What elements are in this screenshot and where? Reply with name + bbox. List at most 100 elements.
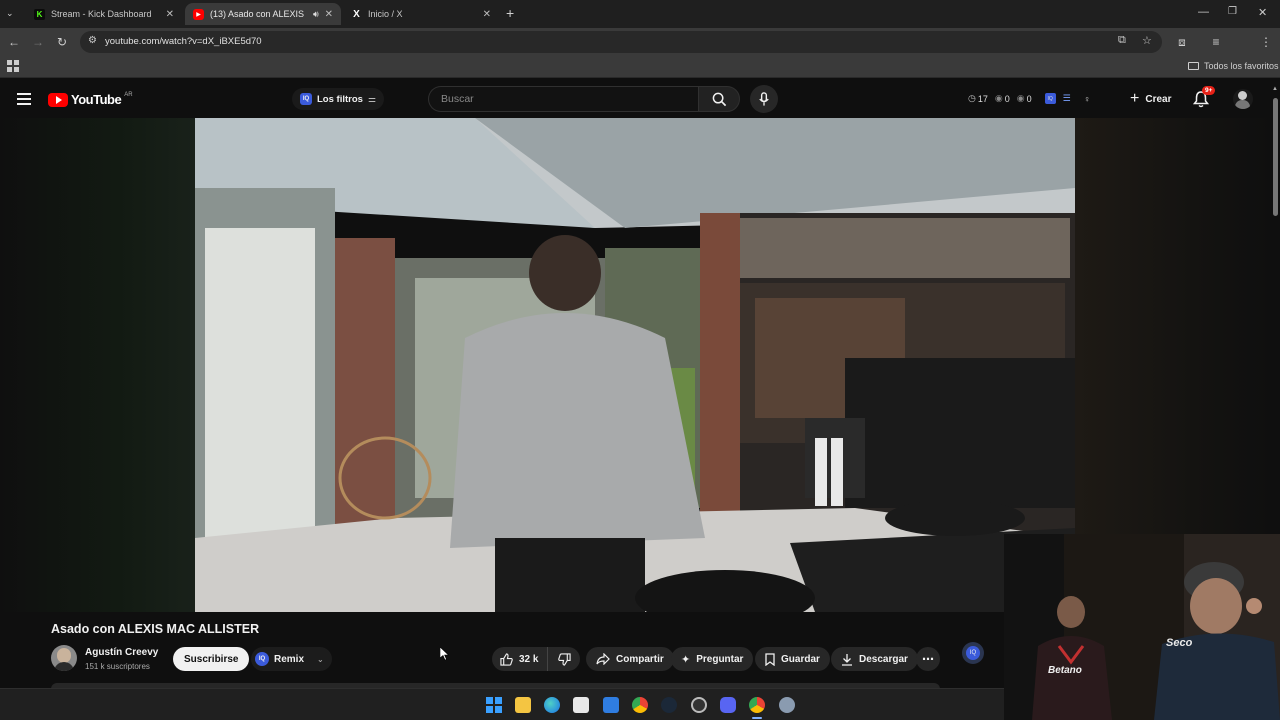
tab-x-home[interactable]: X Inicio / X ✕ — [343, 3, 499, 25]
new-tab-icon[interactable]: + — [506, 6, 520, 20]
download-button[interactable]: Descargar — [831, 647, 918, 671]
iq-extension-icon[interactable]: IQ — [1044, 93, 1056, 104]
notifications-button[interactable]: 9+ — [1192, 86, 1216, 111]
close-icon[interactable]: ✕ — [325, 9, 333, 20]
bookmarks-bar: Todos los favoritos — [0, 56, 1280, 78]
sparkle-icon: ✦ — [681, 653, 691, 666]
download-icon — [842, 653, 852, 666]
all-bookmarks[interactable]: Todos los favoritos — [1188, 61, 1279, 71]
address-bar[interactable]: ⚙ youtube.com/watch?v=dX_iBXE5d70 ⧉ ☆ — [80, 31, 1162, 53]
subscriber-count: 151 k suscriptores — [85, 662, 150, 671]
like-dislike-group: 32 k — [492, 647, 580, 671]
account-avatar[interactable] — [1233, 89, 1253, 109]
site-info-icon[interactable]: ⚙ — [88, 35, 97, 46]
mail-icon[interactable] — [603, 697, 619, 713]
stat-a: 0 — [1004, 93, 1010, 104]
stat-views: 17 — [977, 93, 988, 104]
iq-floating-button[interactable]: IQ — [962, 642, 984, 664]
webcam-shirt-text-right: Seco — [1166, 637, 1193, 649]
eye-icon: ◉ — [994, 93, 1003, 103]
folder-icon — [1188, 62, 1199, 70]
voice-search-button[interactable] — [750, 85, 778, 113]
search-icon — [712, 92, 726, 106]
filters-extension-button[interactable]: IQ Los filtros ⚌ — [292, 88, 384, 110]
chevron-down-icon: ⌄ — [317, 654, 324, 664]
scroll-up-arrow[interactable]: ▲ — [1272, 86, 1278, 92]
tab-kick-dashboard[interactable]: K Stream - Kick Dashboard ✕ — [26, 3, 182, 25]
subscribe-label: Suscribirse — [184, 653, 239, 665]
stat-b: 0 — [1026, 93, 1032, 104]
speaker-icon[interactable]: 🔊︎ — [313, 9, 319, 20]
subscribe-button[interactable]: Suscribirse — [173, 647, 250, 671]
chrome-active-icon[interactable] — [749, 697, 765, 713]
webcam-shirt-text-left: Betano — [1048, 665, 1082, 676]
remix-label: Remix — [274, 653, 305, 665]
maximize-icon[interactable]: ❐ — [1228, 6, 1237, 17]
more-dots-icon: ⋯ — [922, 652, 934, 666]
chrome-icon[interactable] — [632, 697, 648, 713]
steam-icon[interactable] — [661, 697, 677, 713]
ask-label: Preguntar — [696, 653, 744, 665]
url-text[interactable]: youtube.com/watch?v=dX_iBXE5d70 — [105, 36, 262, 47]
share-button[interactable]: Compartir — [586, 647, 674, 671]
create-button[interactable]: + Crear — [1122, 87, 1179, 111]
mouse-cursor-icon — [440, 647, 449, 661]
menu-dots-icon[interactable]: ⋮ — [1258, 34, 1274, 50]
windows-start-icon[interactable] — [486, 697, 502, 713]
media-control-icon[interactable]: ≡ — [1208, 34, 1224, 50]
channel-avatar[interactable] — [51, 645, 77, 671]
eye-off-icon: ◉ — [1016, 93, 1025, 103]
remix-button[interactable]: IQ Remix ⌄ — [251, 647, 332, 671]
save-button[interactable]: Guardar — [755, 647, 830, 671]
webcam-frame — [1004, 534, 1280, 720]
browser-toolbar: ← → ↻ ⚙ youtube.com/watch?v=dX_iBXE5d70 … — [0, 28, 1280, 56]
install-app-icon[interactable]: ⧉ — [1118, 34, 1126, 47]
ask-button[interactable]: ✦ Preguntar — [671, 647, 754, 671]
store-icon[interactable] — [573, 697, 589, 713]
youtube-wordmark: YouTube — [71, 92, 122, 107]
list-icon[interactable]: ☰ — [1063, 93, 1071, 104]
video-player[interactable] — [195, 118, 1075, 612]
minimize-icon[interactable]: — — [1198, 6, 1209, 18]
settings-gear-icon[interactable] — [779, 697, 795, 713]
forward-icon[interactable]: → — [30, 34, 46, 50]
discord-icon[interactable] — [720, 697, 736, 713]
youtube-logo[interactable]: YouTube AR — [48, 92, 133, 107]
hamburger-menu-icon[interactable] — [17, 93, 31, 105]
sliders-icon: ⚌ — [367, 93, 376, 104]
browser-tab-strip: ⌄ K Stream - Kick Dashboard ✕ ▶ (13) Asa… — [0, 0, 1280, 28]
search-button[interactable] — [698, 86, 740, 112]
notification-badge: 9+ — [1202, 86, 1216, 95]
window-close-icon[interactable]: ✕ — [1258, 6, 1267, 19]
tab-search-icon[interactable]: ⌄ — [6, 8, 18, 20]
file-explorer-icon[interactable] — [515, 697, 531, 713]
tab-youtube-video[interactable]: ▶ (13) Asado con ALEXIS MAC 🔊︎ ✕ — [185, 3, 341, 25]
more-actions-button[interactable]: ⋯ — [916, 647, 940, 671]
channel-name[interactable]: Agustín Creevy — [85, 647, 158, 658]
like-button[interactable]: 32 k — [492, 647, 548, 671]
edge-icon[interactable] — [544, 697, 560, 713]
search-placeholder: Buscar — [441, 93, 474, 105]
x-logo-icon: X — [353, 8, 360, 20]
bookmark-star-icon[interactable]: ☆ — [1142, 34, 1152, 47]
search-input[interactable]: Buscar — [428, 86, 698, 112]
share-icon — [596, 653, 610, 665]
extensions-icon[interactable]: ⧈ — [1174, 34, 1190, 50]
apps-grid-icon[interactable] — [7, 60, 19, 72]
award-icon[interactable]: ♀ — [1084, 94, 1091, 104]
youtube-icon: ▶ — [193, 8, 204, 20]
dislike-button[interactable] — [552, 652, 576, 666]
close-icon[interactable]: ✕ — [483, 9, 491, 20]
thumbs-up-icon — [500, 652, 513, 666]
close-icon[interactable]: ✕ — [166, 9, 174, 20]
reload-icon[interactable]: ↻ — [54, 34, 70, 50]
filters-label: Los filtros — [317, 93, 363, 105]
video-frame — [195, 118, 1075, 612]
like-count: 32 k — [519, 653, 539, 665]
scrollbar-thumb[interactable] — [1273, 98, 1278, 216]
all-bookmarks-label: Todos los favoritos — [1204, 61, 1279, 71]
tab-title: (13) Asado con ALEXIS MAC — [210, 9, 307, 19]
extension-stats[interactable]: ◷ 17 ◉ 0 ◉ 0 IQ ☰ ♀ — [968, 93, 1090, 104]
obs-icon[interactable] — [691, 697, 707, 713]
back-icon[interactable]: ← — [6, 34, 22, 50]
